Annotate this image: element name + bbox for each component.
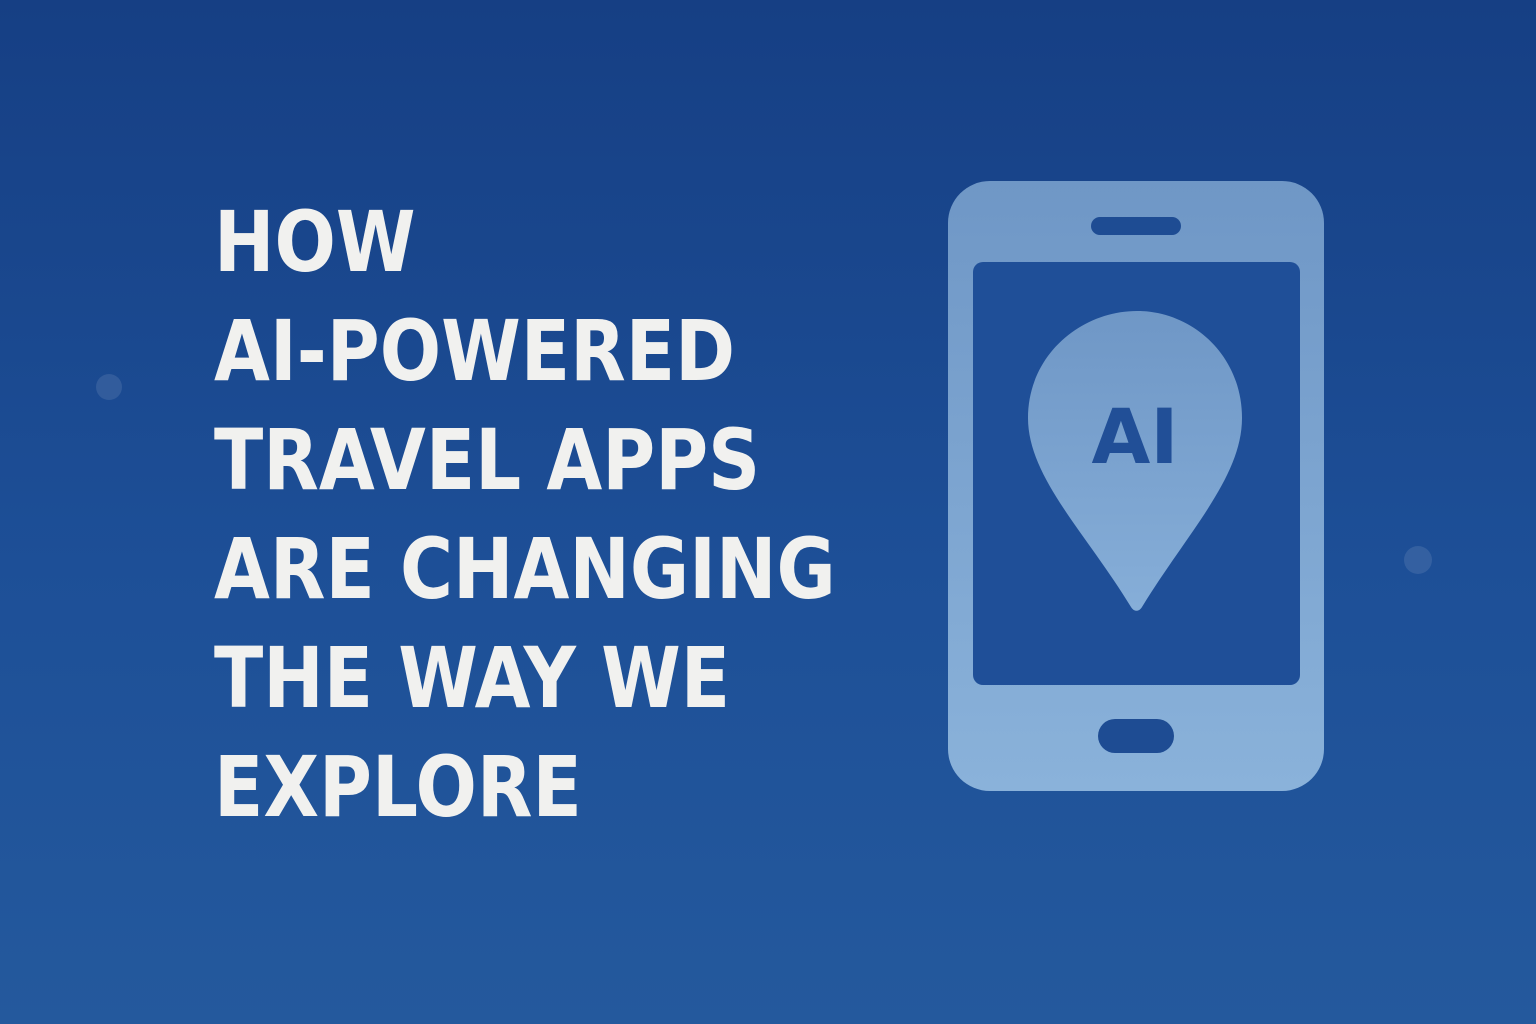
phone-speaker <box>1091 217 1181 235</box>
poster-canvas: HOW AI-POWERED TRAVEL APPS ARE CHANGING … <box>0 0 1536 1024</box>
decorative-dot-right <box>1404 546 1432 574</box>
headline-line-1: HOW <box>214 193 416 291</box>
headline-line-2: AI-POWERED <box>214 302 736 400</box>
smartphone-icon: AI <box>948 181 1324 791</box>
headline-line-4: ARE CHANGING <box>214 520 836 618</box>
decorative-dot-left <box>96 374 122 400</box>
headline-line-3: TRAVEL APPS <box>214 411 761 509</box>
headline: HOW AI-POWERED TRAVEL APPS ARE CHANGING … <box>214 188 836 842</box>
headline-line-6: EXPLORE <box>214 738 582 836</box>
headline-line-5: THE WAY WE <box>214 629 731 727</box>
phone-home-button <box>1098 719 1174 753</box>
map-pin-label: AI <box>1091 392 1178 481</box>
